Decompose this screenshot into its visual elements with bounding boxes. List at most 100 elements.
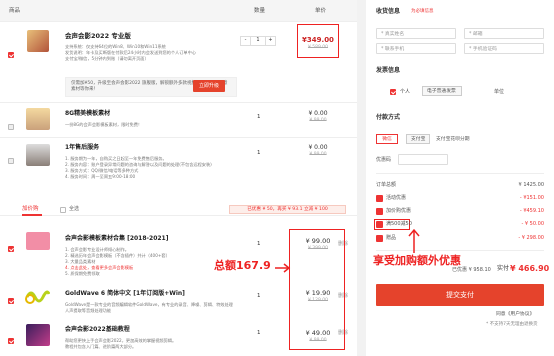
addon-tab[interactable]: 加价购 (22, 206, 39, 213)
cart-header: 商品 数量 单价 (0, 0, 357, 22)
coupon-label: 优惠码 (376, 157, 392, 163)
pay-total: ¥ 466.90 (510, 264, 550, 273)
addon-title: 会声会影2022基础教程 (65, 326, 130, 333)
main-product-title: 会声会影2022 专业版 (65, 32, 131, 40)
addon-checkbox[interactable] (8, 298, 14, 304)
row-divider (0, 102, 357, 103)
main-item-checkbox[interactable] (8, 52, 14, 58)
item-price: ¥ 0.00 (308, 110, 328, 117)
main-old-price: ¥ 589.00 (307, 45, 329, 50)
qty-minus-button[interactable]: - (241, 37, 251, 45)
invoice-options: 个人 电子普通发票 单位 (376, 86, 554, 98)
no-return-note: * 不支持7天无理由退换货 (486, 322, 538, 327)
upgrade-button[interactable]: 立即升级 (193, 80, 225, 92)
addon-checkbox[interactable] (8, 338, 14, 344)
addon-qty: 1 (257, 241, 261, 247)
summary-row-label: 赠品 (386, 235, 397, 241)
addon-title: 会声会影模板素材合集 [2018-2021] (65, 235, 169, 242)
addon-checkbox[interactable] (8, 246, 14, 252)
total-annotation: 总额167.9 (214, 259, 271, 272)
item-title: 1年售后服务 (65, 144, 100, 151)
item-old-price: ¥ 99.00 (309, 118, 327, 123)
addon-qty: 1 (257, 330, 261, 336)
summary-divider (376, 250, 544, 251)
agreement-link[interactable]: 同意《用户协议》 (496, 312, 534, 318)
gift-icon (376, 235, 383, 242)
main-desc-3: 支付宝/微信，5分钟内到账（请勿离开页面） (65, 56, 149, 61)
header-product: 商品 (9, 8, 21, 14)
summary-title: 订单总额 (376, 182, 397, 188)
invoice-personal-label[interactable]: 个人 (400, 89, 410, 96)
discount-icon (376, 195, 383, 202)
addon-price-highlight-box (289, 229, 345, 350)
addon-desc-5: 5. 质保期免费领取 (65, 271, 100, 276)
item-thumbnail (26, 144, 50, 166)
pay-huabei-option[interactable]: 支付宝花呗分期 (436, 137, 470, 143)
row-divider (0, 137, 357, 138)
invoice-electronic-option[interactable]: 电子普通发票 (422, 86, 462, 96)
summary-row-label: 加价购优惠 (386, 208, 412, 214)
addon-discount-summary: 已优惠 ¥ 50，再买 ¥ 93.1 立减 ¥ 100 (229, 205, 346, 214)
summary-row: 赠品 - ¥ 298.00 (376, 235, 544, 244)
addon-desc-2: 教程共包含入门篇、进阶篇两大部分。 (65, 344, 137, 349)
header-price: 单价 (315, 8, 327, 14)
addon-tab-underline (22, 214, 42, 216)
summary-row-label: 活动优惠 (386, 195, 407, 201)
summary-total: ¥ 1425.00 (518, 182, 544, 188)
main-product-thumbnail (27, 30, 49, 52)
goldwave-logo (24, 288, 51, 306)
phone-field[interactable]: * 联系手机 (376, 43, 456, 54)
pay-wechat-option[interactable]: 微信 (376, 134, 398, 144)
item-qty: 1 (257, 114, 261, 120)
addon-qty: 1 (257, 293, 261, 299)
arrow-annotation (275, 263, 291, 273)
invoice-company-option[interactable]: 单位 (494, 89, 504, 96)
submit-payment-button[interactable]: 提交支付 (376, 284, 544, 306)
checkout-page: 商品 数量 单价 会声会影2022 专业版 支持系统：仅支持64位的Win8、W… (0, 0, 554, 356)
item-price: ¥ 0.00 (308, 144, 328, 151)
summary-total-row: 订单总额 ¥ 1425.00 (376, 182, 544, 191)
item-checkbox[interactable] (8, 124, 14, 130)
item-old-price: ¥ 99.00 (309, 152, 327, 157)
item-title: 8G精美模板素材 (65, 110, 111, 117)
order-panel: 收货信息 为必填信息 * 真实姓名 * 邮箱 * 联系手机 * 手机验证码 发票… (366, 0, 554, 356)
main-qty-stepper[interactable]: - 1 + (240, 36, 276, 46)
pay-title: 付款方式 (376, 114, 401, 121)
discount-icon (376, 221, 383, 228)
pay-label: 实付 (497, 265, 510, 272)
summary-row-value: - ¥151.00 (519, 195, 544, 201)
pay-alipay-option[interactable]: 支付宝 (406, 134, 430, 144)
addon-thumbnail (26, 324, 50, 346)
summary-row-value: - ¥ 50.00 (521, 221, 544, 227)
summary-row: 活动优惠 - ¥151.00 (376, 195, 544, 204)
summary-row-value: - ¥459.10 (519, 208, 544, 214)
name-field[interactable]: * 真实姓名 (376, 28, 456, 39)
item-qty: 1 (257, 150, 261, 156)
item-desc: 一份8G的会声会影模板素材，限时免费！ (65, 122, 143, 127)
summary-row: 加价购优惠 - ¥459.10 (376, 208, 544, 217)
addon-desc-2: 人声提取等音频处理功能 (65, 308, 112, 313)
receiver-hint: 为必填信息 (411, 9, 434, 14)
invoice-title: 发票信息 (376, 67, 401, 74)
summary-row-value: - ¥ 298.00 (518, 235, 544, 241)
phone-code-field[interactable]: * 手机验证码 (464, 43, 544, 54)
addon-bar: 加价购 全选 已优惠 ¥ 50，再买 ¥ 93.1 立减 ¥ 100 (0, 203, 357, 216)
receiver-title: 收货信息 (376, 8, 401, 15)
item-thumbnail (26, 108, 50, 130)
qty-value[interactable]: 1 (251, 37, 265, 45)
cart-panel: 商品 数量 单价 会声会影2022 专业版 支持系统：仅支持64位的Win8、W… (0, 0, 357, 356)
qty-plus-button[interactable]: + (265, 37, 275, 45)
summary-divider (376, 173, 544, 174)
item-checkbox[interactable] (8, 158, 14, 164)
select-all-label[interactable]: 全选 (69, 206, 79, 213)
addon-title: GoldWave 6 简体中文 [1年订阅版+Win] (65, 290, 185, 297)
invoice-personal-radio[interactable] (390, 89, 396, 95)
discount-icon (376, 208, 383, 215)
email-field[interactable]: * 邮箱 (464, 28, 544, 39)
coupon-input[interactable] (398, 154, 448, 165)
select-all-checkbox[interactable] (60, 207, 66, 213)
extra-discount-annotation: 享受加购额外优惠 (373, 254, 461, 267)
summary-row-label: 满500减50 (386, 221, 412, 227)
header-qty: 数量 (254, 8, 266, 14)
item-desc-4: 4. 服务时间：周一至周五9:00-18:00 (65, 174, 136, 179)
